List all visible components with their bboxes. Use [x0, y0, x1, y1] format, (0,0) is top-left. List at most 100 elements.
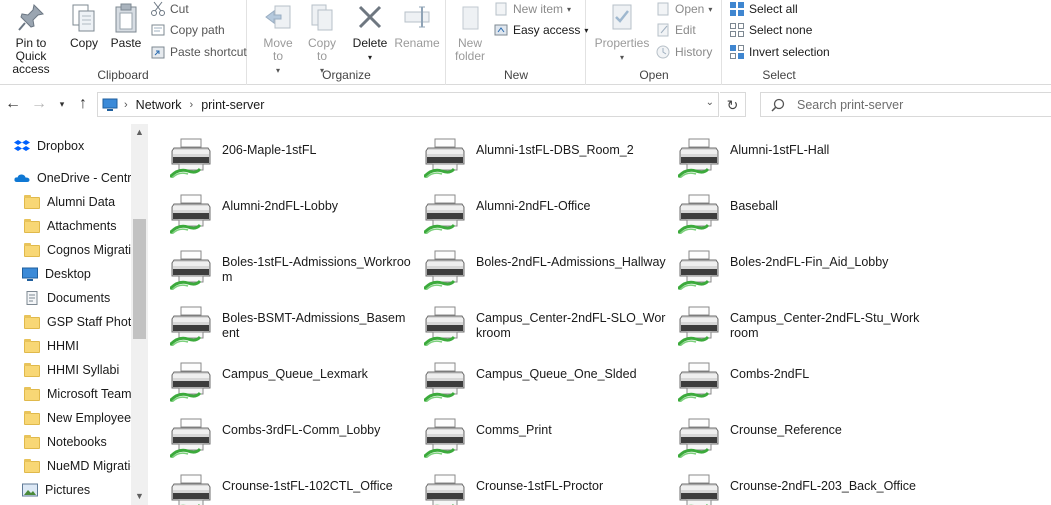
scroll-up-arrow[interactable]: ▲	[131, 124, 148, 141]
printer-item[interactable]: Combs-2ndFL	[656, 348, 908, 403]
move-to-button[interactable]: Move to ▾	[258, 0, 298, 77]
select-none-label: Select none	[749, 23, 813, 37]
sidebar-item[interactable]: GSP Staff Photos	[24, 311, 145, 333]
select-all-button[interactable]: Select all	[729, 0, 798, 18]
recent-locations-button[interactable]: ▾	[52, 94, 72, 114]
sidebar-item[interactable]: Microsoft Teams	[24, 383, 138, 405]
sidebar-scroll-thumb[interactable]	[133, 219, 146, 339]
pictures-icon	[22, 483, 38, 497]
sidebar-item[interactable]: Cognos Migratic	[24, 239, 137, 261]
sidebar-item[interactable]: Alumni Data	[24, 191, 115, 213]
printer-icon	[676, 250, 720, 291]
refresh-button[interactable]: ↻	[720, 92, 746, 117]
select-none-icon	[729, 22, 745, 38]
printer-item[interactable]: Alumni-1stFL-Hall	[656, 124, 908, 179]
rename-label: Rename	[394, 36, 440, 50]
breadcrumb-print-server[interactable]: print-server	[201, 98, 264, 112]
folder-icon	[24, 315, 40, 329]
cut-button[interactable]: Cut	[150, 0, 189, 18]
sidebar-item-label: HHMI	[47, 339, 79, 353]
history-button[interactable]: History	[655, 43, 712, 61]
printer-item[interactable]: Crounse-2ndFL-203_Back_Office	[656, 460, 916, 505]
sidebar-item-label: NueMD Migratic	[47, 459, 137, 473]
properties-button[interactable]: Properties ▾	[593, 0, 651, 64]
printer-item[interactable]: Campus_Center-2ndFL-Stu_Workroom	[656, 292, 919, 347]
new-folder-button[interactable]: New folder	[449, 0, 491, 63]
easy-access-button[interactable]: Easy access ▾	[493, 21, 588, 39]
printer-item[interactable]: Campus_Queue_One_Slded	[402, 348, 654, 403]
sidebar-item[interactable]: Documents	[24, 287, 110, 309]
printer-item[interactable]: Alumni-1stFL-DBS_Room_2	[402, 124, 654, 179]
invert-selection-label: Invert selection	[749, 45, 830, 59]
search-input[interactable]	[797, 97, 1017, 112]
rename-button[interactable]: Rename	[394, 0, 440, 50]
breadcrumb-network[interactable]: Network	[136, 98, 182, 112]
copy-button[interactable]: Copy	[64, 0, 104, 50]
sidebar-item[interactable]: Desktop	[22, 263, 91, 285]
sidebar-item[interactable]: OneDrive - Centre	[14, 167, 138, 189]
printer-item[interactable]: Campus_Center-2ndFL-SLO_Workroom	[402, 292, 665, 347]
printer-item[interactable]: Crounse-1stFL-102CTL_Office	[148, 460, 400, 505]
pin-to-quick-access-button[interactable]: Pin to Quick access	[0, 0, 62, 76]
scissors-icon	[150, 1, 166, 17]
printer-item[interactable]: Crounse_Reference	[656, 404, 908, 459]
copy-path-label: Copy path	[170, 23, 225, 37]
address-dropdown-icon[interactable]: ⌄	[706, 97, 714, 108]
copy-to-button[interactable]: Copy to ▾	[302, 0, 342, 77]
sidebar-item[interactable]: Notebooks	[24, 431, 107, 453]
new-item-icon	[493, 1, 509, 17]
printer-icon	[422, 194, 466, 235]
edit-button[interactable]: Edit	[655, 21, 696, 39]
printer-item[interactable]: Boles-BSMT-Admissions_Basement	[148, 292, 405, 347]
delete-button[interactable]: Delete ▾	[350, 0, 390, 64]
copy-path-icon	[150, 22, 166, 38]
paste-shortcut-button[interactable]: Paste shortcut	[150, 43, 247, 61]
copy-path-button[interactable]: Copy path	[150, 21, 225, 39]
select-none-button[interactable]: Select none	[729, 21, 812, 39]
new-item-button[interactable]: New item ▾	[493, 0, 571, 18]
paste-button[interactable]: Paste	[106, 0, 146, 50]
printer-item[interactable]: Boles-2ndFL-Admissions_Hallway	[402, 236, 666, 291]
back-button[interactable]: ←	[3, 94, 23, 114]
navigation-pane: Dropbox OneDrive - Centre Alumni Data Attac…	[0, 124, 148, 505]
printer-item[interactable]: Comms_Print	[402, 404, 654, 459]
sidebar-item[interactable]: HHMI	[24, 335, 79, 357]
new-folder-icon	[455, 2, 485, 34]
sidebar-item-label: New Employees	[47, 411, 138, 425]
printer-item[interactable]: Crounse-1stFL-Proctor	[402, 460, 654, 505]
search-box[interactable]	[760, 92, 1051, 117]
printer-item[interactable]: Boles-2ndFL-Fin_Aid_Lobby	[656, 236, 908, 291]
printer-item[interactable]: Boles-1stFL-Admissions_Workroom	[148, 236, 411, 291]
paste-label: Paste	[110, 36, 142, 50]
sidebar-item[interactable]: Attachments	[24, 215, 116, 237]
open-icon	[655, 1, 671, 17]
organize-group-label: Organize	[322, 68, 371, 82]
up-button[interactable]: ↑	[73, 94, 93, 114]
printer-item[interactable]: 206-Maple-1stFL	[148, 124, 400, 179]
printer-name: 206-Maple-1stFL	[222, 143, 317, 157]
scroll-down-arrow[interactable]: ▼	[131, 488, 148, 505]
printer-icon	[422, 418, 466, 459]
pin-icon	[16, 2, 46, 34]
address-bar[interactable]: › Network › print-server ⌄	[97, 92, 719, 117]
sidebar-item-label: HHMI Syllabi	[47, 363, 120, 377]
sidebar-item[interactable]: New Employees	[24, 407, 137, 429]
forward-button[interactable]: →	[29, 94, 49, 114]
sidebar-item[interactable]: Pictures	[22, 479, 90, 501]
folder-icon	[24, 195, 40, 209]
sidebar-item[interactable]: Dropbox	[14, 135, 84, 157]
sidebar-item[interactable]: NueMD Migratic	[24, 455, 137, 477]
printer-item[interactable]: Baseball	[656, 180, 908, 235]
navigation-bar: ← → ▾ ↑ › Network › print-server ⌄ ↻	[0, 86, 1051, 123]
invert-selection-button[interactable]: Invert selection	[729, 43, 830, 61]
printer-icon	[422, 138, 466, 179]
search-icon	[771, 98, 785, 112]
open-group-label: Open	[639, 68, 669, 82]
open-button[interactable]: Open ▾	[655, 0, 712, 18]
printer-item[interactable]: Alumni-2ndFL-Office	[402, 180, 654, 235]
printer-item[interactable]: Alumni-2ndFL-Lobby	[148, 180, 400, 235]
sidebar-item-label: Documents	[47, 291, 111, 305]
sidebar-item[interactable]: HHMI Syllabi	[24, 359, 119, 381]
printer-item[interactable]: Campus_Queue_Lexmark	[148, 348, 400, 403]
printer-item[interactable]: Combs-3rdFL-Comm_Lobby	[148, 404, 400, 459]
